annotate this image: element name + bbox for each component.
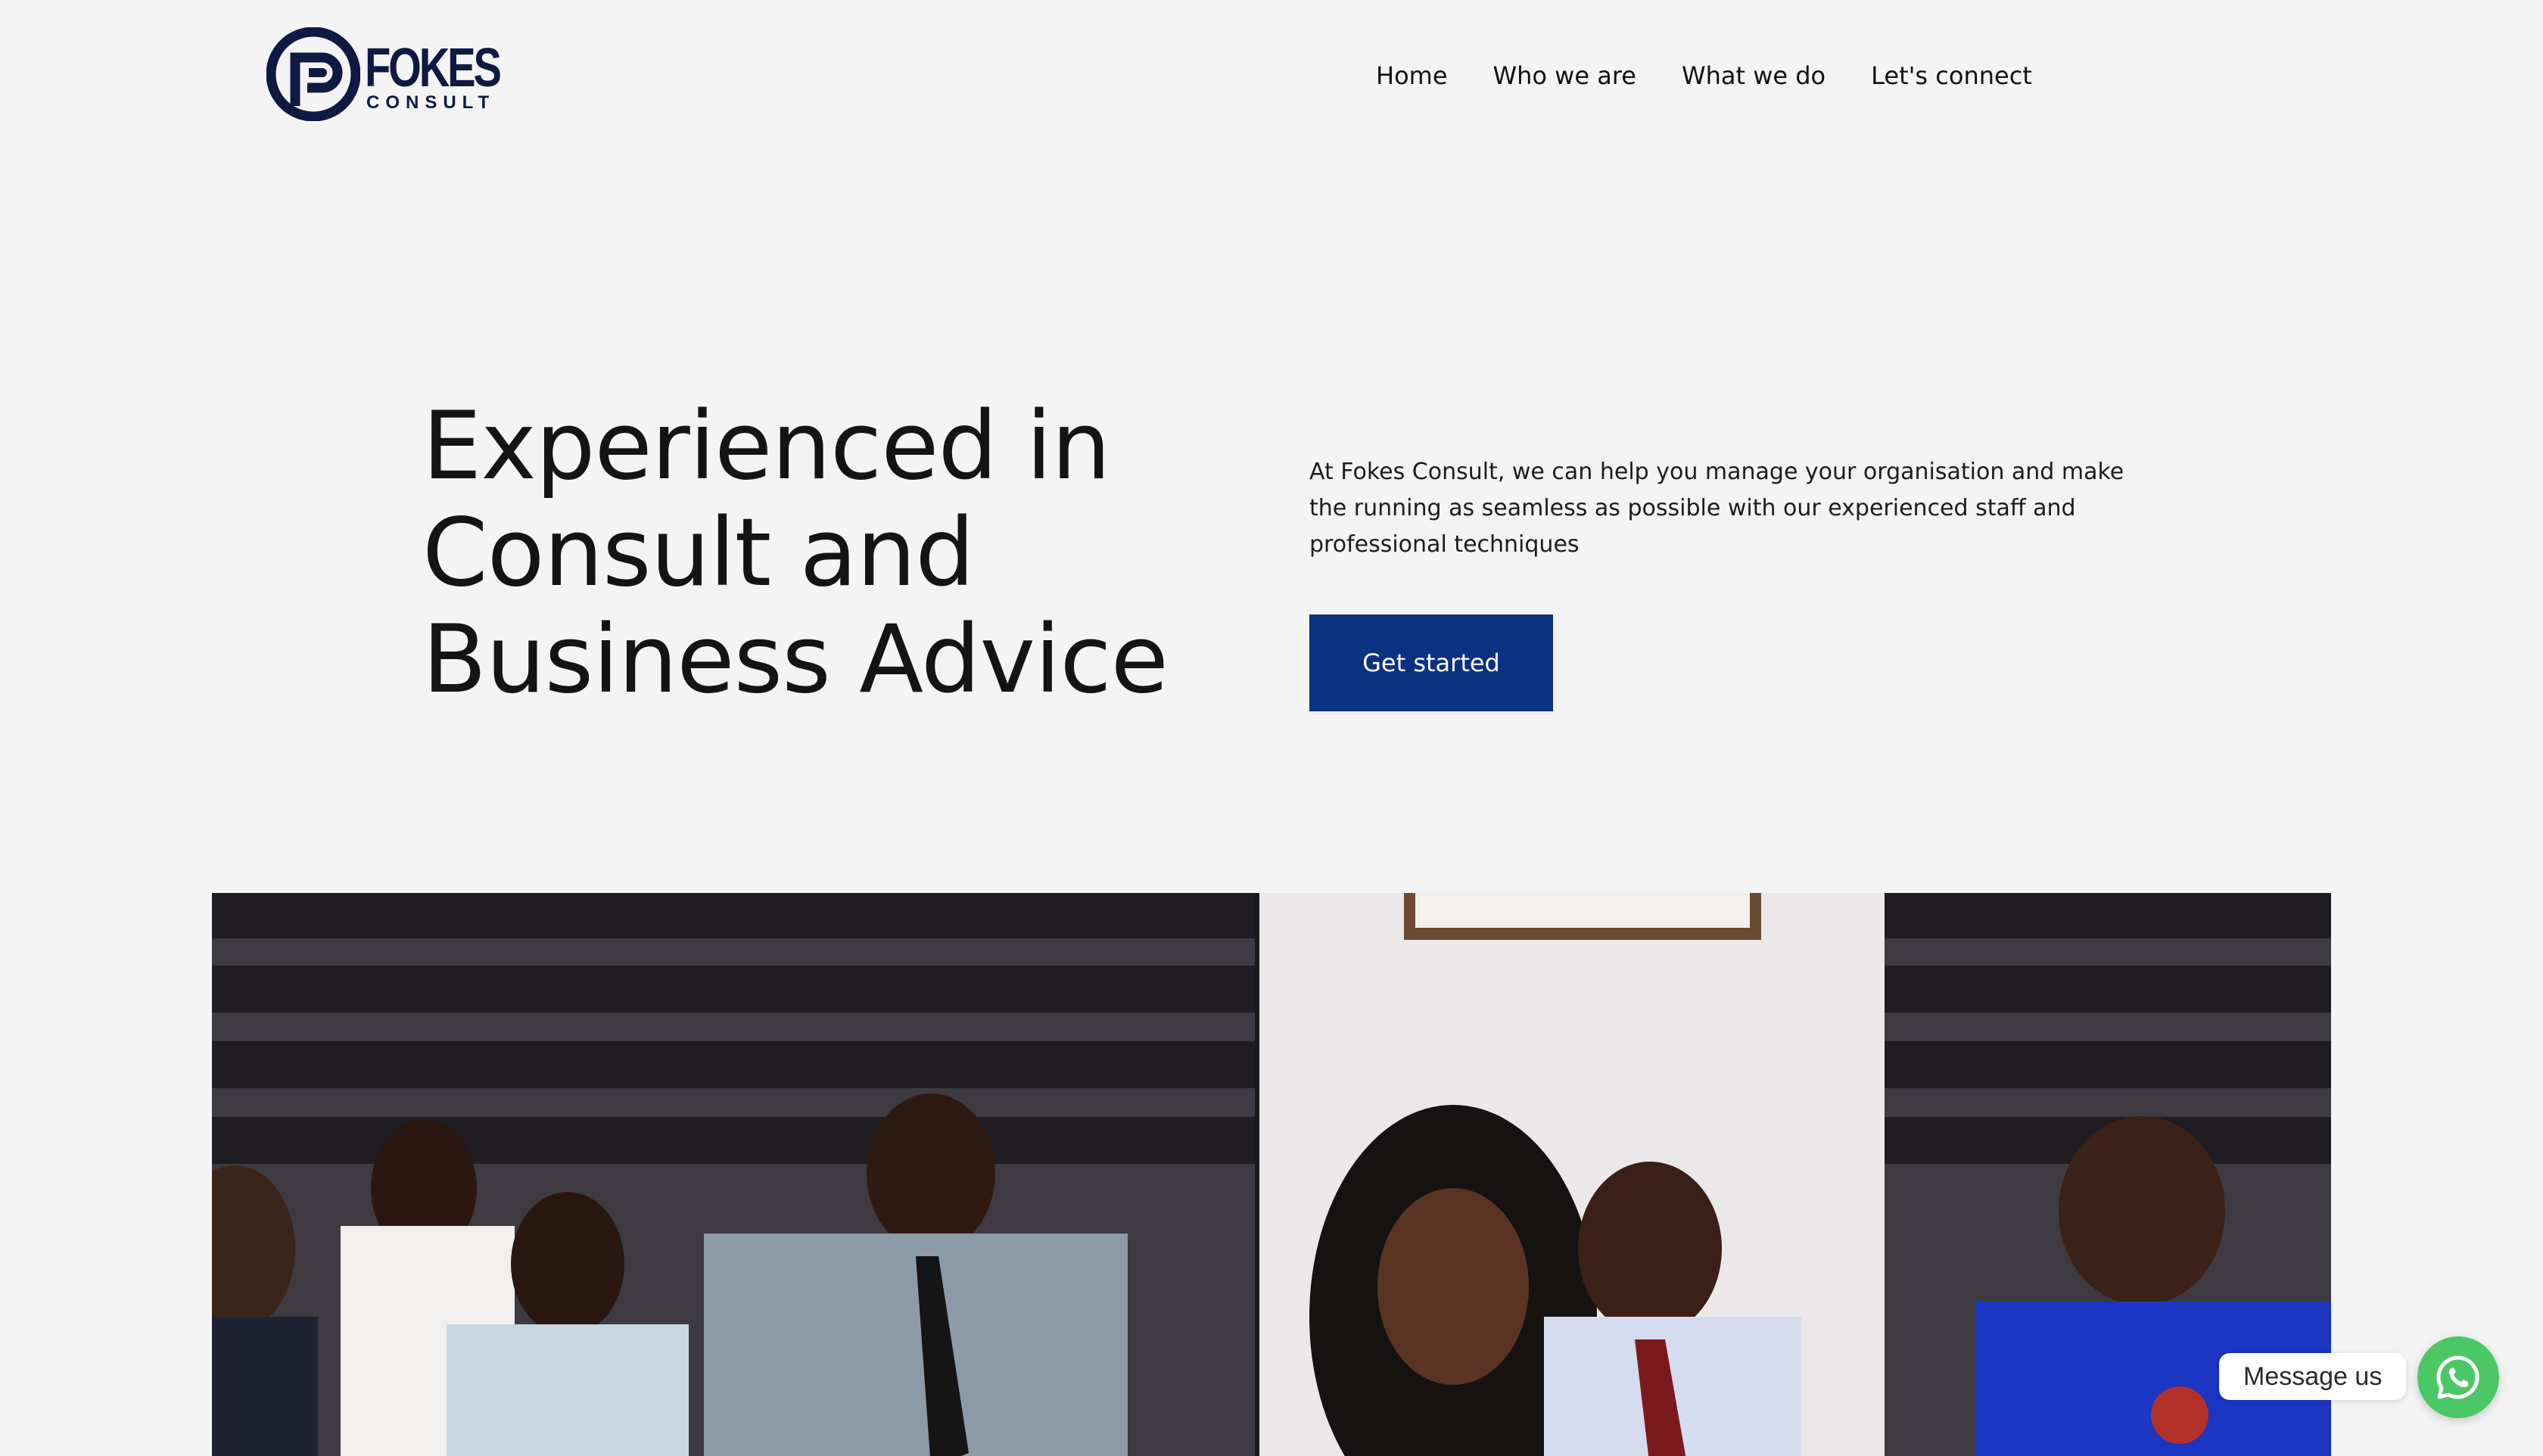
logo-wordmark: FOKES	[365, 38, 502, 98]
hero-description: At Fokes Consult, we can help you manage…	[1309, 459, 2124, 558]
logo-mark-icon	[266, 27, 360, 121]
logo[interactable]: FOKES CONSULT	[266, 27, 502, 126]
nav-what-we-do[interactable]: What we do	[1682, 61, 1826, 91]
site-header: FOKES CONSULT Home Who we are What we do…	[0, 0, 2543, 151]
team-photo	[212, 893, 2331, 1456]
nav-home[interactable]: Home	[1376, 61, 1448, 91]
hero-title: Experienced in Consult and Business Advi…	[422, 392, 1169, 714]
whatsapp-icon	[2436, 1355, 2479, 1399]
message-us-label[interactable]: Message us	[2219, 1353, 2407, 1400]
logo-subtitle: CONSULT	[366, 92, 496, 113]
nav-lets-connect[interactable]: Let's connect	[1871, 61, 2032, 91]
nav-who-we-are[interactable]: Who we are	[1493, 61, 1636, 91]
get-started-button[interactable]: Get started	[1309, 614, 1553, 711]
team-photo-illustration	[212, 893, 2331, 1456]
main-nav: Home Who we are What we do Let's connect	[1376, 61, 2032, 91]
whatsapp-button[interactable]	[2417, 1336, 2499, 1418]
